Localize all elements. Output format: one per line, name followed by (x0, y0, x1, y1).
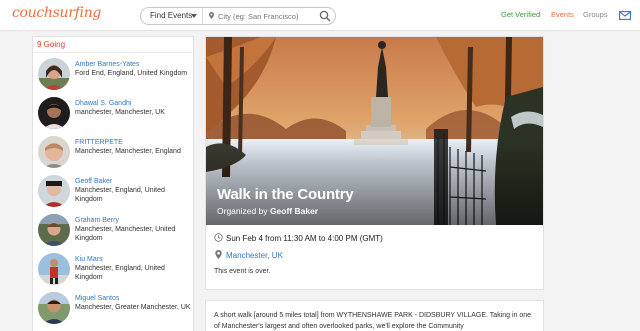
groups-link[interactable]: Groups (583, 10, 608, 20)
attendee-item[interactable]: Amber Barnes-Yates Ford End, England, Un… (38, 58, 193, 96)
avatar[interactable] (38, 58, 70, 90)
attendee-name[interactable]: Amber Barnes-Yates (75, 60, 139, 69)
attendee-location: manchester, Manchester, UK (75, 109, 165, 116)
couchsurfing-logo[interactable]: couchsurfing (12, 5, 101, 21)
organizer-name[interactable]: Geoff Baker (270, 206, 318, 216)
attendee-location: Ford End, England, United Kingdom (75, 70, 188, 77)
map-pin-icon (215, 250, 222, 259)
search-mode-select[interactable]: Find Events (141, 8, 203, 24)
avatar[interactable] (38, 175, 70, 207)
event-status: This event is over. (214, 268, 271, 275)
event-card: Walk in the Country Organized by Geoff B… (205, 36, 544, 290)
attendee-location: Manchester, England, United Kingdom (75, 265, 165, 281)
city-search-input[interactable] (204, 8, 316, 24)
attendee-name[interactable]: Graham Berry (75, 216, 119, 225)
attendee-location: Manchester, England, United Kingdom (75, 187, 165, 203)
event-title: Walk in the Country (217, 186, 354, 203)
avatar[interactable] (38, 292, 70, 324)
attendee-name[interactable]: Kiu Mars (75, 255, 103, 264)
event-description-card: A short walk [around 5 miles total] from… (205, 300, 544, 331)
events-link[interactable]: Events (551, 10, 574, 20)
attendee-name[interactable]: Dhawal S. Gandhi (75, 99, 131, 108)
search-icon[interactable] (319, 10, 331, 22)
event-cover-image: Walk in the Country Organized by Geoff B… (206, 37, 543, 225)
divider (33, 52, 193, 53)
avatar[interactable] (38, 136, 70, 168)
search-mode-label: Find Events (150, 11, 193, 20)
chevron-down-icon (191, 14, 197, 18)
search-bar: Find Events (140, 7, 336, 25)
attendee-name[interactable]: Miguel Santos (75, 294, 119, 303)
clock-icon (214, 233, 223, 242)
mail-icon[interactable] (619, 11, 631, 20)
event-organizer: Organized by Geoff Baker (217, 206, 318, 216)
get-verified-link[interactable]: Get Verified (501, 10, 540, 20)
attendee-name[interactable]: Geoff Baker (75, 177, 112, 186)
going-count-title: 9 Going (37, 40, 66, 49)
attendee-item[interactable]: Miguel Santos Manchester, Greater Manche… (38, 292, 193, 330)
organized-by-label: Organized by (217, 206, 268, 216)
attendee-location: Manchester, Greater Manchester, UK (75, 304, 191, 311)
event-description: A short walk [around 5 miles total] from… (214, 312, 532, 330)
attendee-item[interactable]: Geoff Baker Manchester, England, United … (38, 175, 193, 213)
attendee-item[interactable]: Dhawal S. Gandhi manchester, Manchester,… (38, 97, 193, 135)
event-location-link[interactable]: Manchester, UK (226, 251, 283, 260)
attendees-panel: 9 Going Amber Barnes-Yates Ford End, Eng… (32, 36, 194, 331)
attendee-location: Manchester, Manchester, England (75, 148, 181, 155)
attendee-location: Manchester, Manchester, United Kingdom (75, 226, 176, 242)
avatar[interactable] (38, 214, 70, 246)
attendee-item[interactable]: Kiu Mars Manchester, England, United Kin… (38, 253, 193, 291)
top-navbar: couchsurfing Find Events Get Verified Ev… (0, 0, 640, 31)
avatar[interactable] (38, 253, 70, 285)
attendee-name[interactable]: FRITTERPETE (75, 138, 123, 147)
avatar[interactable] (38, 97, 70, 129)
attendee-item[interactable]: FRITTERPETE Manchester, Manchester, Engl… (38, 136, 193, 174)
attendee-item[interactable]: Graham Berry Manchester, Manchester, Uni… (38, 214, 193, 252)
event-datetime: Sun Feb 4 from 11:30 AM to 4:00 PM (GMT) (226, 234, 383, 243)
